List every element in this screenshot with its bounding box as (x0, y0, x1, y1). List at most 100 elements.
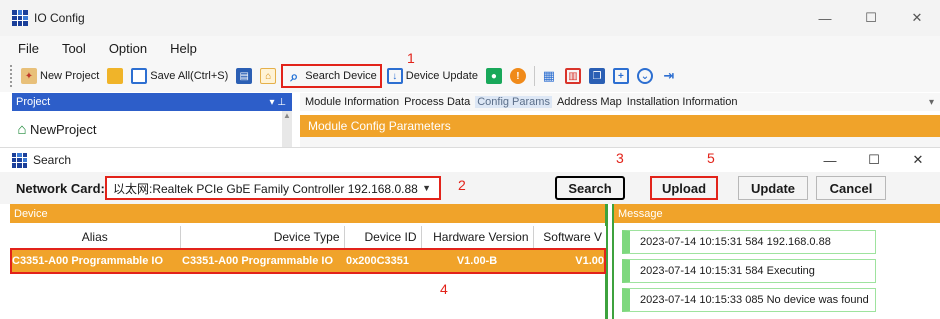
main-toolbar: ✦ New Project Save All(Ctrl+S) ▤ ⌂ ⌕ Sea… (0, 60, 940, 92)
tab-address-map[interactable]: Address Map (557, 96, 622, 108)
tab-config-params[interactable]: Config Params (475, 96, 552, 108)
project-tree: ⌂ NewProject ▲ (12, 111, 292, 147)
compile-button[interactable]: ▤ (233, 64, 255, 88)
cancel-button-label: Cancel (829, 180, 873, 196)
menu-bar: File Tool Option Help (0, 36, 940, 60)
column-software-version[interactable]: Software V (533, 226, 606, 249)
network-card-value: 以太网:Realtek PCIe GbE Family Controller 1… (113, 181, 418, 196)
message-item: 2023-07-14 10:15:31 584 192.168.0.88 (622, 230, 876, 254)
new-project-label: New Project (40, 70, 100, 82)
upload-button-label: Upload (661, 180, 707, 196)
export-icon: ⇥ (663, 68, 675, 83)
network-icon: ⌂ (260, 68, 277, 84)
expand-button[interactable]: ⌄ (634, 64, 656, 88)
device-table: Alias Device Type Device ID Hardware Ver… (10, 226, 606, 274)
trash-icon: ▥ (564, 68, 581, 84)
message-panel: Message 2023-07-14 10:15:31 584 192.168.… (612, 204, 940, 319)
tree-scrollbar[interactable]: ▲ (282, 111, 292, 147)
column-device-id[interactable]: Device ID (344, 226, 422, 249)
cell-device-id: 0x200C3351 (344, 248, 421, 274)
table-row[interactable]: C3351-A00 Programmable IO C3351-A00 Prog… (10, 248, 606, 274)
column-alias[interactable]: Alias (10, 226, 181, 249)
download-icon: ↓ (386, 68, 403, 84)
tab-process-data[interactable]: Process Data (404, 96, 470, 108)
dialog-toolbar: Network Card: 以太网:Realtek PCIe GbE Famil… (0, 172, 940, 204)
menu-help[interactable]: Help (170, 41, 197, 56)
project-panel-header: Project ▾ ⊥ (12, 93, 292, 111)
add-icon: + (612, 68, 629, 84)
add-button[interactable]: + (610, 64, 632, 88)
cancel-button[interactable]: Cancel (816, 176, 886, 200)
module-config-bar: Module Config Parameters (300, 115, 940, 137)
pin-icon[interactable]: ▾ ⊥ (269, 97, 286, 108)
annotation-2: 2 (458, 177, 466, 193)
folder-icon (107, 68, 124, 84)
message-item: 2023-07-14 10:15:31 584 Executing (622, 259, 876, 283)
toolbar-separator (533, 66, 535, 86)
dialog-minimize-button[interactable]: — (808, 148, 852, 172)
open-folder-button[interactable] (104, 64, 126, 88)
menu-file[interactable]: File (18, 41, 39, 56)
upload-button[interactable]: Upload (650, 176, 718, 200)
tab-installation-information[interactable]: Installation Information (627, 96, 738, 108)
device-panel-header: Device (10, 204, 605, 223)
chevron-down-icon: ⌄ (636, 68, 653, 84)
dialog-logo-icon (12, 152, 27, 168)
copy-icon: ❐ (588, 68, 605, 84)
new-project-button[interactable]: ✦ New Project (18, 64, 102, 88)
search-button-label: Search (568, 180, 612, 196)
app-logo-icon (12, 10, 28, 26)
maximize-button[interactable]: ☐ (848, 0, 894, 36)
compile-icon: ▤ (236, 68, 253, 84)
update-button-label: Update (750, 180, 796, 196)
save-all-button[interactable]: Save All(Ctrl+S) (128, 64, 231, 88)
grid-button[interactable]: ▦ (538, 64, 560, 88)
search-dialog: Search — ☐ ✕ Network Card: 以太网:Realtek P… (0, 147, 940, 319)
start-button[interactable]: ● (483, 64, 505, 88)
close-button[interactable]: ✕ (894, 0, 940, 36)
minimize-button[interactable]: — (802, 0, 848, 36)
dialog-close-button[interactable]: ✕ (896, 148, 940, 172)
grid-icon: ▦ (542, 68, 556, 83)
tree-item-newproject[interactable]: ⌂ NewProject (14, 120, 97, 138)
search-device-button[interactable]: ⌕ Search Device (281, 64, 382, 88)
search-icon: ⌕ (290, 67, 299, 84)
cell-alias: C3351-A00 Programmable IO (10, 248, 180, 274)
cell-software-version: V1.00 (533, 248, 606, 274)
new-project-icon: ✦ (21, 68, 37, 84)
menu-tool[interactable]: Tool (62, 41, 86, 56)
save-icon (131, 68, 148, 84)
home-icon: ⌂ (17, 120, 27, 138)
update-button[interactable]: Update (738, 176, 808, 200)
dialog-maximize-button[interactable]: ☐ (852, 148, 896, 172)
device-update-label: Device Update (405, 70, 478, 82)
device-update-button[interactable]: ↓ Device Update (384, 64, 481, 88)
column-hardware-version[interactable]: Hardware Version (421, 226, 534, 249)
annotation-5: 5 (707, 150, 715, 166)
export-button[interactable]: ⇥ (658, 64, 680, 88)
search-device-label: Search Device (305, 70, 377, 82)
dialog-titlebar: Search — ☐ ✕ (0, 148, 940, 172)
tab-dropdown-icon[interactable]: ▾ (929, 97, 934, 108)
cell-device-type: C3351-A00 Programmable IO (180, 248, 344, 274)
toolbar-grip[interactable] (10, 65, 14, 87)
menu-option[interactable]: Option (109, 41, 147, 56)
network-card-select[interactable]: 以太网:Realtek PCIe GbE Family Controller 1… (105, 176, 441, 200)
network-button[interactable]: ⌂ (257, 64, 279, 88)
tree-item-label: NewProject (30, 121, 97, 137)
delete-button[interactable]: ▥ (562, 64, 584, 88)
tab-module-information[interactable]: Module Information (305, 96, 399, 108)
tab-strip: Module Information Process Data Config P… (300, 93, 940, 111)
message-panel-header: Message (614, 204, 940, 223)
chevron-down-icon: ▼ (422, 183, 431, 193)
search-button[interactable]: Search (555, 176, 625, 200)
column-device-type[interactable]: Device Type (180, 226, 345, 249)
annotation-1: 1 (407, 50, 415, 66)
message-list: 2023-07-14 10:15:31 584 192.168.0.88 202… (622, 230, 876, 317)
project-panel-title: Project (16, 96, 51, 108)
alert-button[interactable]: ! (507, 64, 529, 88)
annotation-4: 4 (440, 281, 448, 297)
copy-button[interactable]: ❐ (586, 64, 608, 88)
main-titlebar: IO Config — ☐ ✕ (0, 0, 940, 36)
cell-hardware-version: V1.00-B (421, 248, 533, 274)
